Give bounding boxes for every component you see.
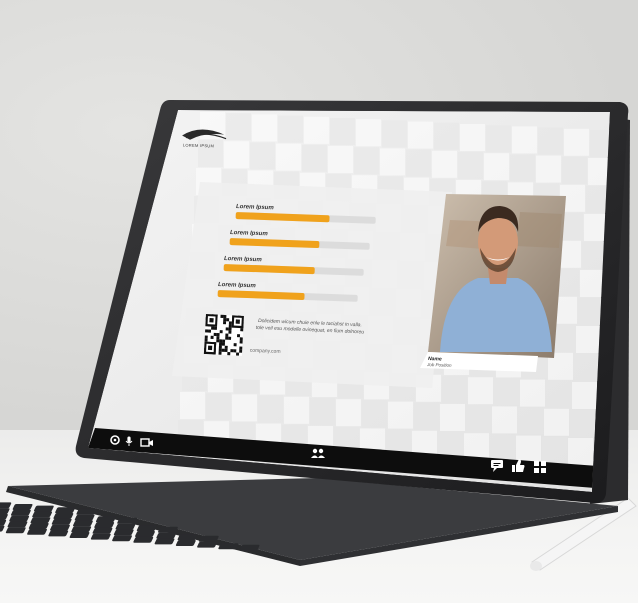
scene: Name Job Position LOREM IPSUM Lorem Ipsu… bbox=[0, 100, 637, 571]
logo-text: LOREM IPSUM bbox=[183, 143, 214, 149]
content-card bbox=[172, 182, 452, 388]
qr-code bbox=[203, 314, 244, 356]
speaker-position: Job Position bbox=[426, 362, 452, 368]
